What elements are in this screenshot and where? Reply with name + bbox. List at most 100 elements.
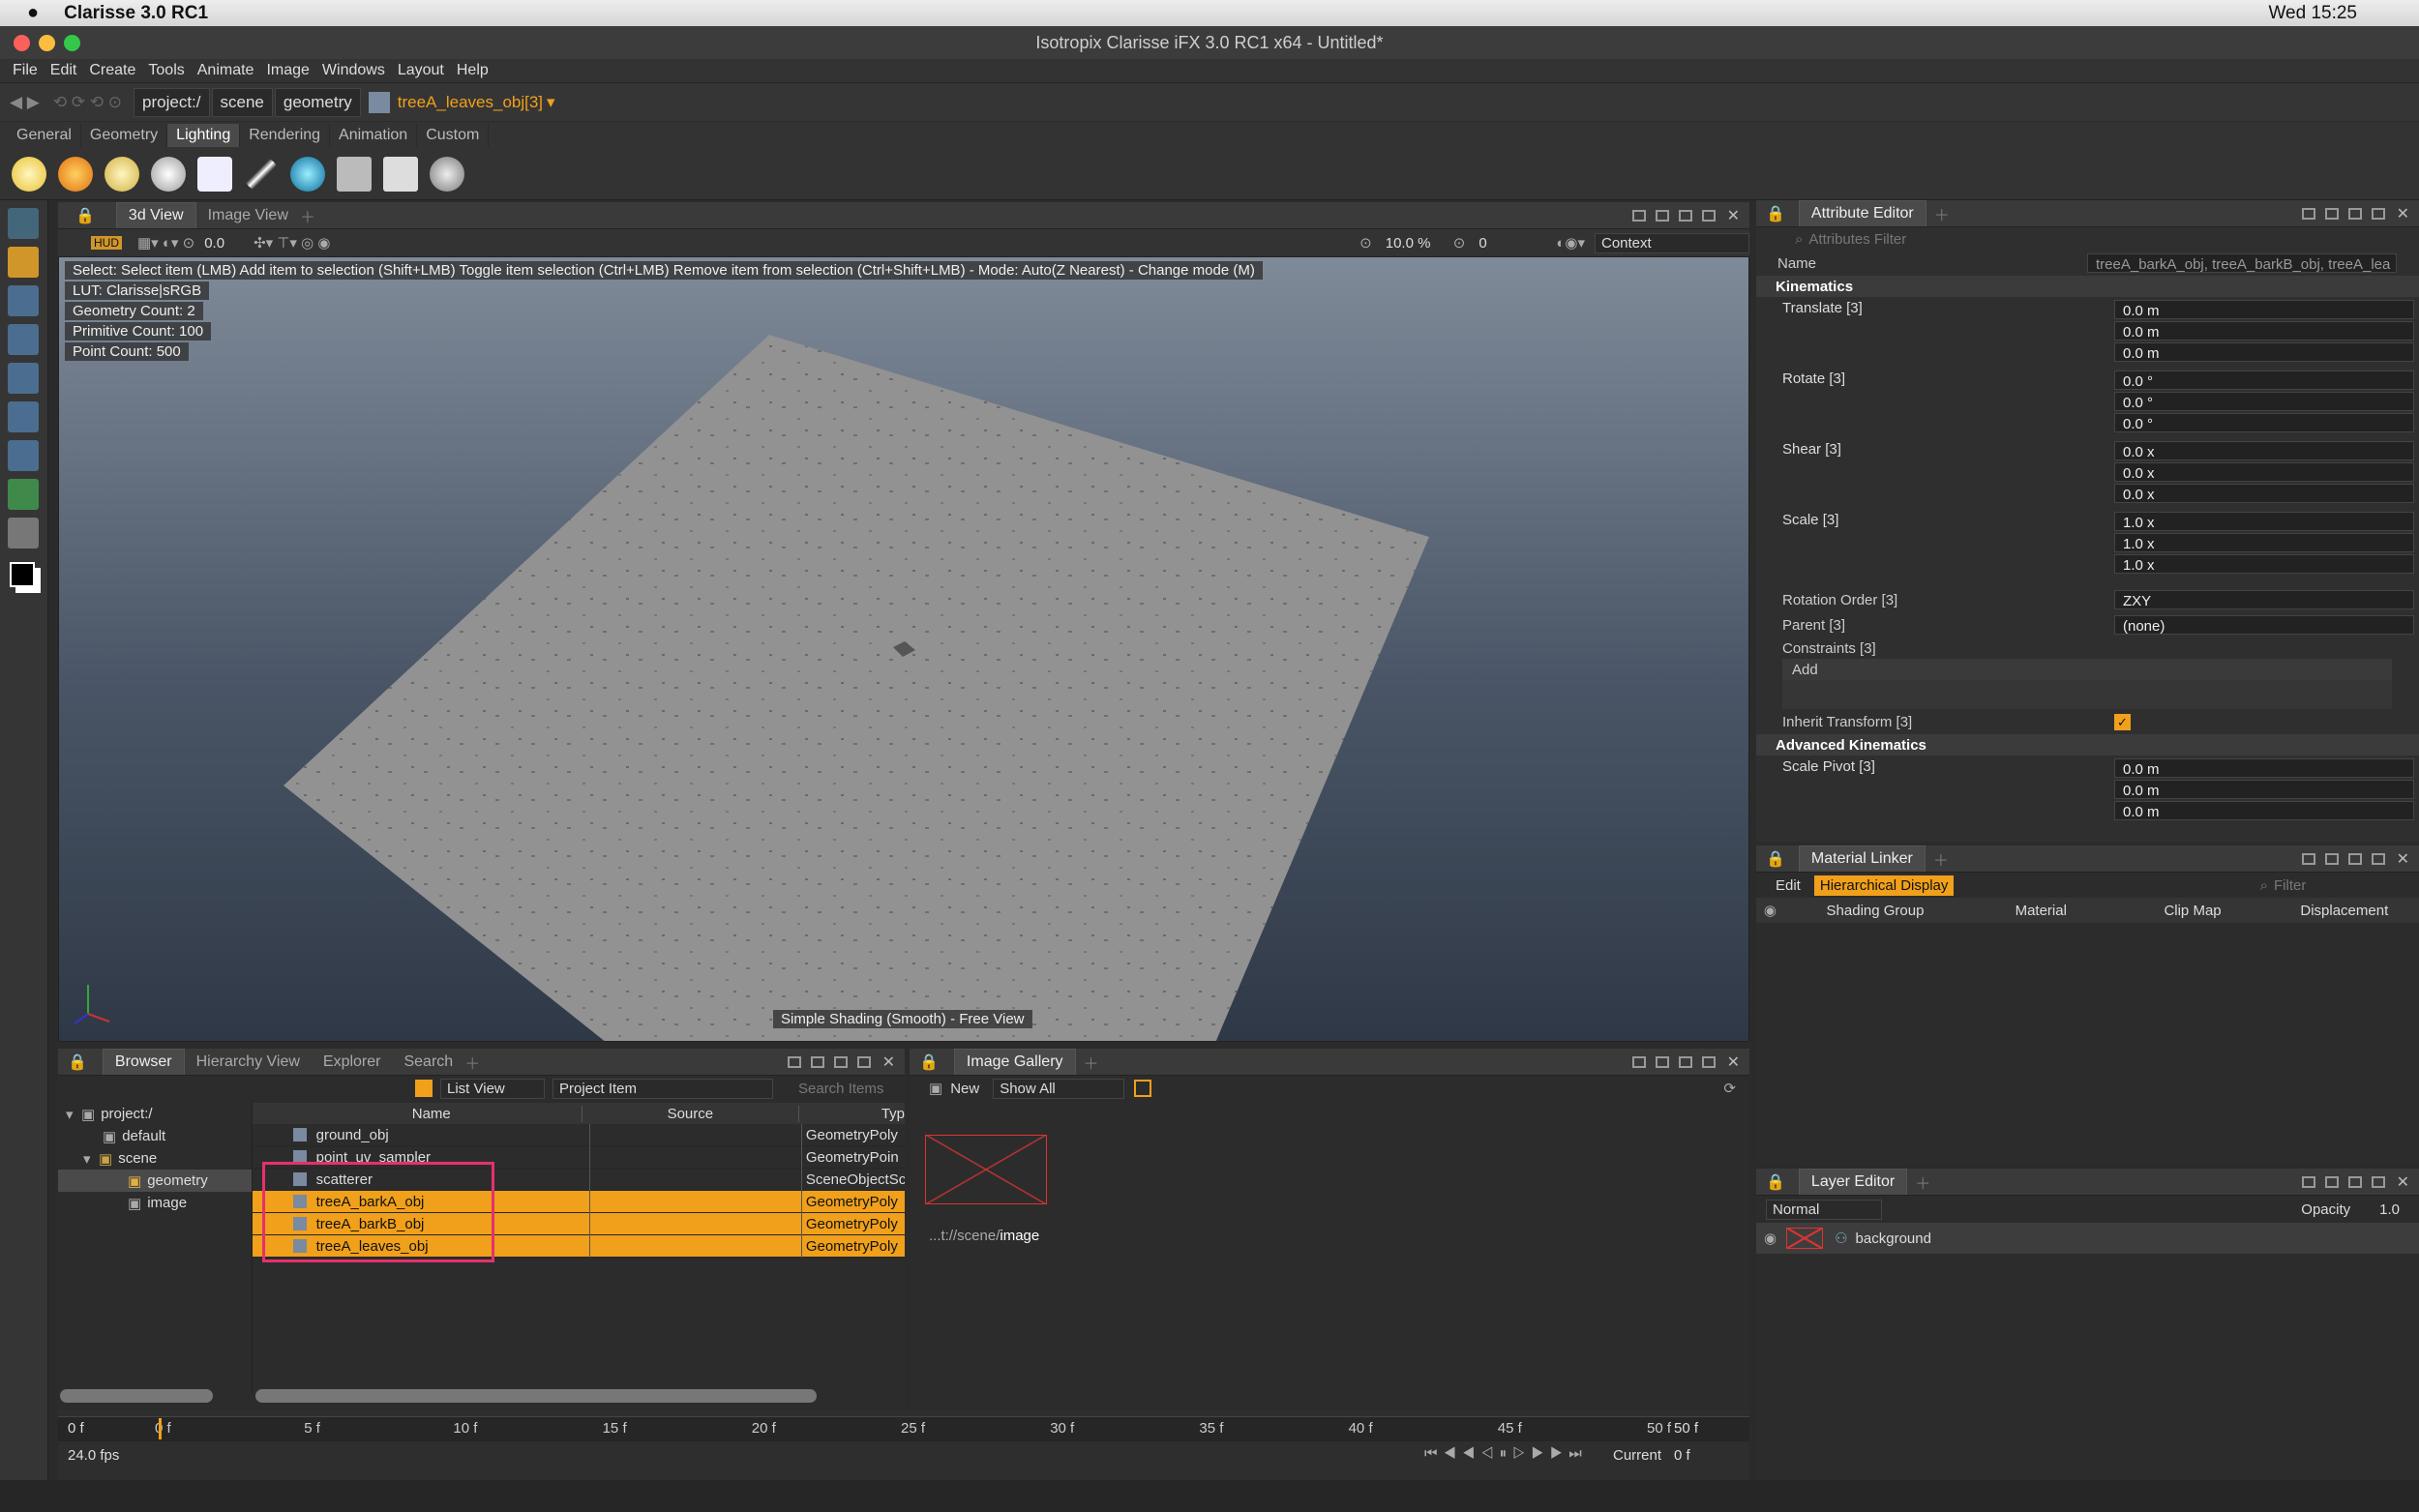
view-mode-icon[interactable] — [415, 1080, 433, 1097]
maximize-icon[interactable] — [1701, 209, 1716, 222]
lock-icon[interactable]: 🔒 — [1766, 849, 1785, 869]
playback-controls[interactable]: ⏮◀◀◁⏸▷▶▶⏭ — [1424, 1445, 1588, 1462]
scale-z[interactable]: 1.0 x — [2114, 554, 2414, 574]
layout-icon[interactable] — [2301, 1175, 2315, 1188]
menu-create[interactable]: Create — [89, 62, 135, 79]
layout-icon[interactable] — [2324, 207, 2339, 220]
crumb-scene[interactable]: scene — [211, 87, 273, 117]
col-material[interactable]: Material — [1966, 903, 2115, 919]
parent-select[interactable]: (none) — [2114, 615, 2414, 635]
tab-general[interactable]: General — [8, 123, 81, 147]
tree-item-image[interactable]: ▣ image — [58, 1192, 252, 1214]
opacity-value[interactable]: 1.0 — [2379, 1201, 2400, 1218]
menu-edit[interactable]: Edit — [50, 62, 77, 79]
tab-rendering[interactable]: Rendering — [240, 123, 331, 147]
move-tool-icon[interactable] — [8, 285, 39, 316]
menu-windows[interactable]: Windows — [322, 62, 385, 79]
maximize-icon[interactable] — [856, 1055, 871, 1068]
close-icon[interactable]: ✕ — [2397, 204, 2409, 223]
tab-animation[interactable]: Animation — [330, 123, 418, 147]
menu-file[interactable]: File — [13, 62, 38, 79]
new-image-icon[interactable]: ▣ — [929, 1080, 942, 1097]
rotation-order-select[interactable]: ZXY — [2114, 590, 2414, 609]
layout-icon[interactable] — [1631, 209, 1646, 222]
timeline-start[interactable]: 0 f — [68, 1420, 84, 1437]
translate-x[interactable]: 0.0 m — [2114, 300, 2414, 319]
clock[interactable]: Wed 15:25 — [2268, 3, 2357, 24]
layout-icon[interactable] — [787, 1055, 801, 1068]
blend-mode-select[interactable]: Normal — [1766, 1199, 1882, 1220]
tab-lighting[interactable]: Lighting — [167, 123, 241, 147]
attributes-filter[interactable]: ⌕ Attributes Filter — [1756, 227, 2419, 251]
layout-icon[interactable] — [810, 1055, 824, 1068]
fps-label[interactable]: 24.0 fps — [68, 1447, 119, 1464]
tab-3d-view[interactable]: 3d View — [115, 202, 196, 228]
list-view-select[interactable]: List View — [440, 1078, 545, 1099]
point-light-icon[interactable] — [12, 156, 46, 192]
layout-icon[interactable] — [1655, 209, 1669, 222]
search-items-field[interactable]: Search Items — [779, 1081, 905, 1097]
new-button[interactable]: New — [950, 1081, 979, 1097]
zoom-value[interactable]: 10.0 % — [1386, 235, 1453, 252]
viewport-3d[interactable]: Select: Select item (LMB) Add item to se… — [58, 256, 1749, 1042]
transform-tool-icon[interactable] — [8, 401, 39, 432]
col-shading-group[interactable]: Shading Group — [1784, 903, 1966, 919]
layout-icon[interactable] — [2324, 1175, 2339, 1188]
sun-light-icon[interactable] — [58, 156, 93, 192]
constraints-add[interactable]: Add — [1782, 659, 2392, 680]
item-type-select[interactable]: Project Item — [552, 1078, 773, 1099]
tree-item-default[interactable]: ▣ default — [58, 1125, 252, 1147]
tab-attribute-editor[interactable]: Attribute Editor — [1798, 200, 1926, 226]
ground-plane[interactable] — [59, 257, 1749, 1042]
layout-icon[interactable] — [2347, 852, 2362, 865]
area-light-icon[interactable] — [197, 156, 232, 192]
crumb-current[interactable]: treeA_leaves_obj[3] — [398, 93, 543, 112]
camera-icons[interactable]: ✣▾ ⊤▾ ◎ ◉ — [254, 234, 330, 252]
image-thumbnail[interactable] — [925, 1135, 1047, 1204]
line-light-icon[interactable] — [244, 156, 279, 192]
layout-icon[interactable] — [2347, 1175, 2362, 1188]
list-scrollbar[interactable] — [255, 1389, 817, 1403]
rotate-y[interactable]: 0.0 ° — [2114, 392, 2414, 411]
tab-hierarchy-view[interactable]: Hierarchy View — [185, 1050, 312, 1075]
picker-tool-icon[interactable] — [8, 208, 39, 239]
maximize-icon[interactable] — [2371, 207, 2385, 220]
gi-light-icon[interactable] — [337, 156, 372, 192]
minimize-window-button[interactable] — [39, 35, 55, 51]
sphere-light-icon[interactable] — [290, 156, 325, 192]
lock-icon[interactable]: 🔒 — [68, 1052, 87, 1072]
layout-icon[interactable] — [2324, 852, 2339, 865]
layout-icon[interactable] — [833, 1055, 848, 1068]
inherit-transform-checkbox[interactable]: ✓ — [2114, 713, 2131, 730]
app-name[interactable]: Clarisse 3.0 RC1 — [64, 3, 208, 24]
photometric-light-icon[interactable] — [151, 156, 186, 192]
context-select[interactable]: Context — [1595, 232, 1749, 253]
chevron-down-icon[interactable]: ▾ — [547, 93, 555, 112]
close-icon[interactable]: ✕ — [1727, 206, 1740, 225]
timeline-end[interactable]: 50 f — [1674, 1420, 1698, 1437]
back-arrow-icon[interactable]: ◀ ▶ — [10, 93, 40, 112]
col-clip-map[interactable]: Clip Map — [2115, 903, 2269, 919]
close-window-button[interactable] — [14, 35, 30, 51]
hierarchical-display-toggle[interactable]: Hierarchical Display — [1813, 875, 1955, 896]
maximize-icon[interactable] — [2371, 852, 2385, 865]
add-tab-icon[interactable]: ＋ — [1084, 1051, 1099, 1074]
maximize-icon[interactable] — [1701, 1055, 1716, 1068]
scale-y[interactable]: 1.0 x — [2114, 533, 2414, 552]
eraser-tool-icon[interactable] — [8, 518, 39, 548]
section-advanced-kinematics[interactable]: Advanced Kinematics — [1756, 734, 2419, 756]
tab-browser[interactable]: Browser — [102, 1049, 185, 1075]
close-icon[interactable]: ✕ — [1727, 1052, 1740, 1072]
crumb-project[interactable]: project:/ — [134, 87, 210, 117]
history-icons[interactable]: ⟲ ⟳ ⟲ ⊙ — [53, 93, 122, 112]
refresh-icon[interactable]: ⟳ — [1723, 1080, 1736, 1097]
add-tab-icon[interactable]: ＋ — [1915, 1171, 1930, 1194]
shear-y[interactable]: 0.0 x — [2114, 462, 2414, 482]
tab-material-linker[interactable]: Material Linker — [1798, 845, 1926, 872]
col-displacement[interactable]: Displacement — [2270, 903, 2419, 919]
table-row[interactable]: ground_obj GeometryPoly — [253, 1123, 905, 1146]
gallery-options-icon[interactable] — [1134, 1080, 1152, 1097]
close-icon[interactable]: ✕ — [882, 1052, 895, 1072]
environment-light-icon[interactable] — [430, 156, 464, 192]
rotate-x[interactable]: 0.0 ° — [2114, 371, 2414, 390]
